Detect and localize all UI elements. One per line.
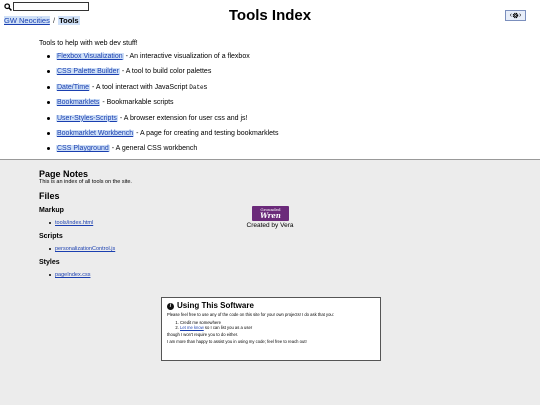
using-software-title: i Using This Software xyxy=(167,302,375,310)
credit-text: Created by Vera xyxy=(246,222,294,229)
tool-desc-suffix: s xyxy=(203,83,208,91)
header: GW Neocities / Tools Tools Index ‹ › xyxy=(0,0,540,30)
tool-link-bookmarklets[interactable]: Bookmarklets xyxy=(56,99,101,107)
list-item: pageIndex.css xyxy=(49,271,540,279)
main-content: Tools to help with web dev stuff! Flexbo… xyxy=(0,30,540,160)
tool-list: Flexbox Visualization - An interactive v… xyxy=(39,52,540,160)
page-title: Tools Index xyxy=(228,7,312,24)
tool-link-user-styles[interactable]: User-Styles-Scripts xyxy=(56,114,118,122)
list-item: CSS Palette Builder - A tool to build co… xyxy=(47,67,540,82)
tool-link-playground[interactable]: CSS Playground xyxy=(56,145,110,153)
intro-text: Tools to help with web dev stuff! xyxy=(39,40,138,47)
code-snippet: Date xyxy=(189,83,204,91)
info-icon: i xyxy=(167,302,174,310)
list-item: CSS Playground - A general CSS workbench xyxy=(47,144,540,159)
list-item: personalizationControl.js xyxy=(49,245,540,253)
tool-desc: - A browser extension for user css and j… xyxy=(117,114,248,122)
notes-heading: Page Notes xyxy=(39,169,89,179)
settings-button[interactable]: ‹ › xyxy=(505,10,526,21)
tool-desc: - A tool to build color palettes xyxy=(119,68,212,76)
list-item: Flexbox Visualization - An interactive v… xyxy=(47,52,540,67)
tool-desc: - An interactive visualization of a flex… xyxy=(123,53,250,60)
use-intro: Please feel free to use any of the code … xyxy=(167,312,334,317)
tool-desc: - A page for creating and testing bookma… xyxy=(134,129,279,137)
tool-desc: - A general CSS workbench xyxy=(109,145,198,153)
tool-link-workbench[interactable]: Bookmarklet Workbench xyxy=(56,129,135,137)
tool-link-palette[interactable]: CSS Palette Builder xyxy=(56,68,120,76)
tool-link-datetime[interactable]: Date/Time xyxy=(56,83,91,91)
page-notes: Page Notes This is an index of all tools… xyxy=(0,159,540,405)
styles-heading: Styles xyxy=(39,259,60,266)
markup-heading: Markup xyxy=(39,207,64,214)
styles-file-link[interactable]: pageIndex.css xyxy=(55,272,90,278)
chevron-right-icon: › xyxy=(519,12,522,19)
let-me-know-link[interactable]: Let me know xyxy=(180,325,204,330)
scripts-file-list: personalizationControl.js xyxy=(39,245,540,253)
use-item2-rest: so I can list you as a user xyxy=(203,324,253,330)
list-item: Let me know so I can list you as a user xyxy=(180,325,375,330)
list-item: Date/Time - A tool interact with JavaScr… xyxy=(47,83,540,98)
using-software-box: i Using This Software Please feel free t… xyxy=(161,297,381,361)
notes-desc: This is an index of all tools on the sit… xyxy=(39,179,132,185)
logo-main-text: Wren xyxy=(260,211,281,220)
gear-icon xyxy=(512,12,519,19)
list-item: Bookmarklets - Bookmarkable scripts xyxy=(47,98,540,113)
scripts-heading: Scripts xyxy=(39,233,63,240)
use-title-text: Using This Software xyxy=(177,301,254,310)
use-request-list: Credit me somewhere Let me know so I can… xyxy=(167,320,375,330)
styles-file-list: pageIndex.css xyxy=(39,271,540,279)
list-item: Bookmarklet Workbench - A page for creat… xyxy=(47,129,540,144)
site-logo[interactable]: Grounded Wren xyxy=(252,206,289,221)
tool-desc: - Bookmarkable scripts xyxy=(100,99,174,107)
use-note-1: though I won't require you to do either. xyxy=(167,331,239,337)
files-heading: Files xyxy=(39,191,60,201)
use-note-2: I am more than happy to assist you in us… xyxy=(167,339,307,345)
tool-desc: - A tool interact with JavaScript xyxy=(90,83,190,91)
tool-link-flexbox[interactable]: Flexbox Visualization xyxy=(56,53,124,60)
scripts-file-link[interactable]: personalizationControl.js xyxy=(55,246,115,252)
list-item: User-Styles-Scripts - A browser extensio… xyxy=(47,114,540,129)
